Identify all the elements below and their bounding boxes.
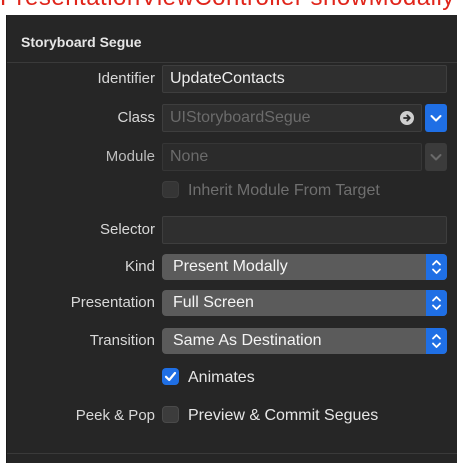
presentation-selected: Full Screen bbox=[173, 294, 254, 311]
identifier-value: UpdateContacts bbox=[170, 70, 285, 87]
class-placeholder: UIStoryboardSegue bbox=[170, 109, 311, 126]
peek-pop-checkbox[interactable] bbox=[162, 405, 179, 423]
chevron-down-icon bbox=[430, 115, 442, 122]
inherit-module-checkbox[interactable] bbox=[162, 180, 179, 198]
presentation-label: Presentation bbox=[70, 294, 155, 311]
selector-label: Selector bbox=[99, 221, 155, 238]
peek-pop-checkbox-label: Preview & Commit Segues bbox=[188, 407, 379, 424]
presentation-stepper[interactable] bbox=[426, 290, 447, 316]
chevron-down-icon bbox=[430, 154, 442, 161]
module-dropdown-button[interactable] bbox=[425, 143, 447, 171]
class-label: Class bbox=[117, 109, 155, 126]
up-down-chevron-icon bbox=[432, 296, 441, 310]
divider bbox=[7, 62, 457, 63]
section-title: Storyboard Segue bbox=[21, 34, 142, 50]
kind-stepper[interactable] bbox=[426, 254, 447, 280]
module-label: Module bbox=[105, 148, 155, 165]
kind-selected: Present Modally bbox=[173, 258, 288, 275]
divider bbox=[7, 453, 457, 454]
inherit-module-row[interactable]: Inherit Module From Target bbox=[162, 180, 380, 202]
inherit-module-label: Inherit Module From Target bbox=[188, 182, 380, 199]
module-field[interactable]: None bbox=[162, 143, 422, 171]
identifier-label: Identifier bbox=[97, 70, 155, 87]
up-down-chevron-icon bbox=[432, 334, 441, 348]
animates-label: Animates bbox=[188, 369, 255, 386]
kind-popup[interactable]: Present Modally bbox=[162, 254, 447, 280]
module-placeholder: None bbox=[170, 148, 209, 165]
screen: PresentationViewController showModally S… bbox=[0, 0, 457, 463]
attributes-inspector-panel: Storyboard Segue Identifier UpdateContac… bbox=[6, 15, 457, 463]
animates-checkbox[interactable] bbox=[162, 367, 179, 385]
transition-popup[interactable]: Same As Destination bbox=[162, 328, 447, 354]
selector-field[interactable] bbox=[162, 216, 447, 244]
identifier-field[interactable]: UpdateContacts bbox=[162, 65, 447, 93]
animates-row[interactable]: Animates bbox=[162, 367, 255, 389]
up-down-chevron-icon bbox=[432, 260, 441, 274]
annotation-text: PresentationViewController showModally bbox=[0, 0, 457, 14]
transition-stepper[interactable] bbox=[426, 328, 447, 354]
presentation-popup[interactable]: Full Screen bbox=[162, 290, 447, 316]
transition-selected: Same As Destination bbox=[173, 332, 322, 349]
peek-pop-row[interactable]: Preview & Commit Segues bbox=[162, 405, 378, 427]
arrow-right-circle-icon[interactable] bbox=[399, 110, 415, 126]
peek-pop-label: Peek & Pop bbox=[75, 407, 155, 424]
transition-label: Transition bbox=[89, 332, 155, 349]
kind-label: Kind bbox=[124, 258, 155, 275]
class-dropdown-button[interactable] bbox=[425, 104, 447, 132]
checkmark-icon bbox=[164, 371, 177, 381]
class-field[interactable]: UIStoryboardSegue bbox=[162, 104, 422, 132]
